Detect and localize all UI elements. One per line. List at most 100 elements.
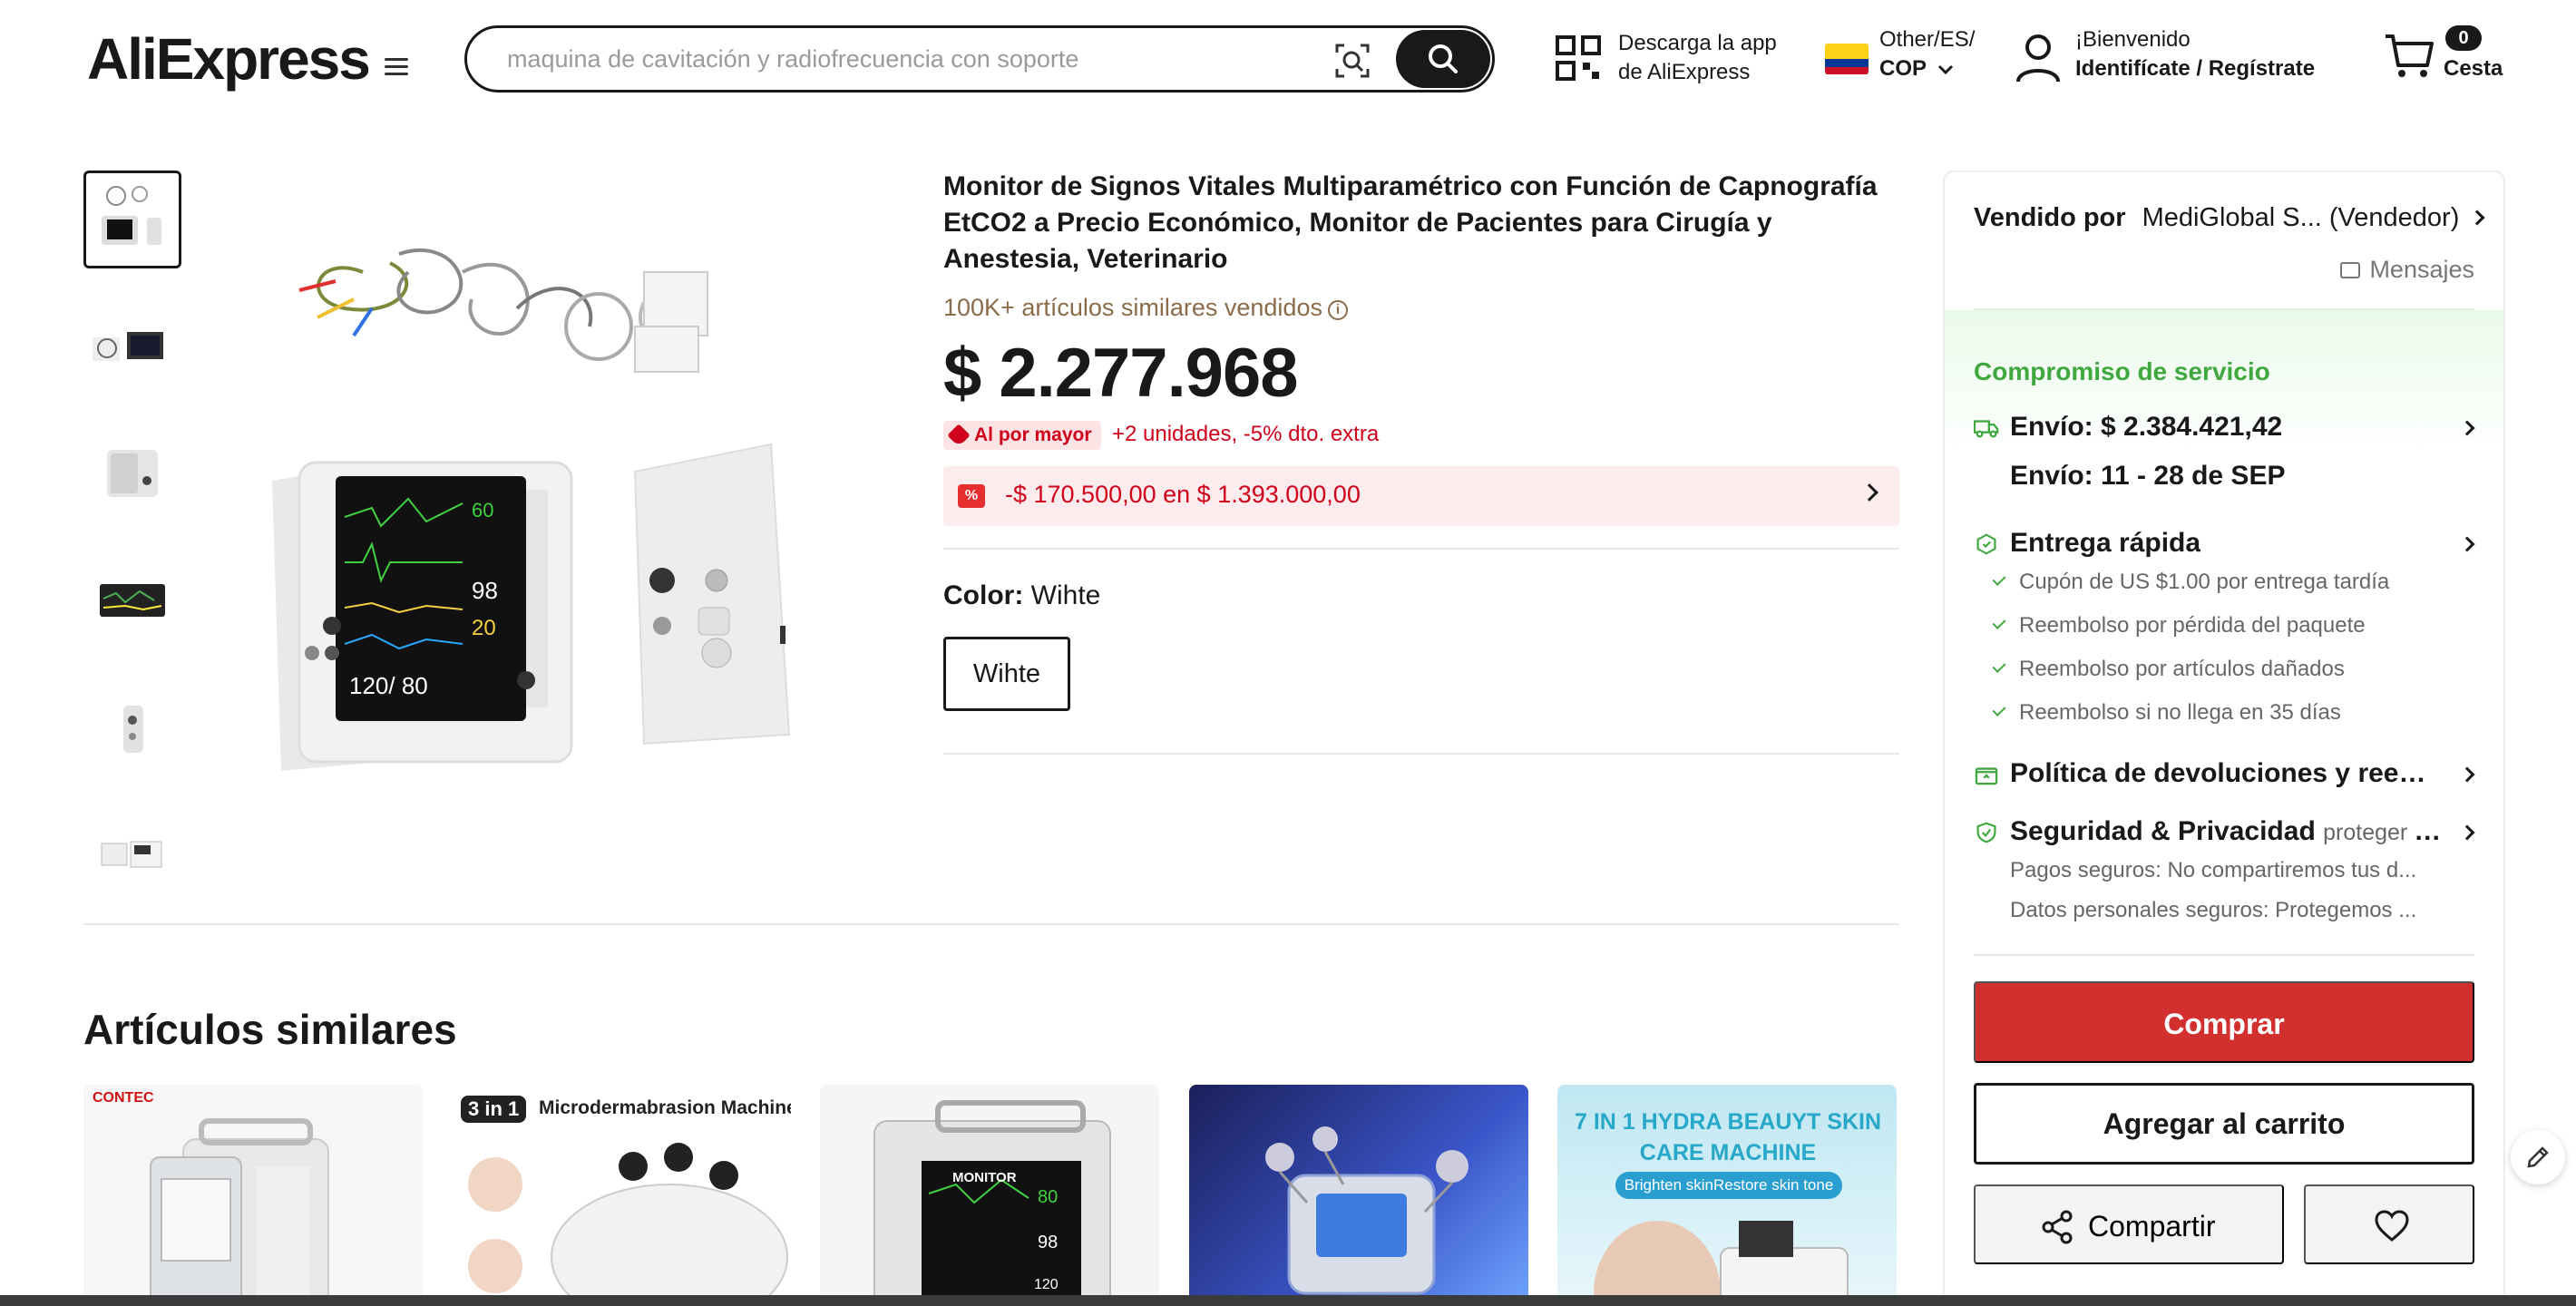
sold-count: 100K+ artículos similares vendidos i bbox=[943, 294, 1348, 322]
similar-item-caption: Brighten skinRestore skin tone bbox=[1615, 1172, 1842, 1199]
product-main-image[interactable]: 120/ 80 60 98 20 bbox=[245, 218, 798, 780]
svg-text:120: 120 bbox=[1034, 1277, 1059, 1292]
image-search-icon[interactable] bbox=[1334, 43, 1371, 79]
aliexpress-logo[interactable]: AliExpress bbox=[87, 25, 371, 93]
user-icon bbox=[2016, 34, 2060, 83]
sku-option-white[interactable]: Wihte bbox=[943, 637, 1070, 711]
heart-icon bbox=[2375, 1210, 2409, 1242]
security-label-row: Seguridad & Privacidad proteger dat... bbox=[2010, 816, 2445, 847]
color-value: Wihte bbox=[1030, 580, 1101, 610]
search-input[interactable] bbox=[507, 41, 1323, 77]
share-button[interactable]: Compartir bbox=[1974, 1184, 2284, 1264]
shipping-cost: Envío: $ 2.384.421,42 bbox=[2010, 412, 2283, 442]
message-icon bbox=[2340, 262, 2361, 278]
cart-label: Cesta bbox=[2444, 56, 2503, 81]
chevron-right-icon bbox=[1860, 483, 1878, 502]
buy-now-button[interactable]: Comprar bbox=[1974, 981, 2474, 1063]
chevron-right-icon bbox=[2469, 210, 2485, 226]
thumbnail-2[interactable] bbox=[83, 297, 181, 395]
similar-item-brand: CONTEC bbox=[93, 1090, 154, 1106]
chevron-down-icon bbox=[1938, 64, 1954, 75]
similar-item-card[interactable]: 7 IN 1 HYDRA BEAUYT SKIN CARE MACHINE Br… bbox=[1557, 1085, 1897, 1306]
svg-text:20: 20 bbox=[472, 616, 496, 640]
thumbnail-4[interactable] bbox=[83, 551, 181, 649]
pencil-icon bbox=[2527, 1146, 2549, 1168]
chevron-right-icon bbox=[2459, 766, 2475, 783]
seller-label: Vendido por bbox=[1974, 203, 2126, 232]
security-sublabel: proteger dat... bbox=[2323, 820, 2445, 845]
similar-item-badge: 3 in 1 bbox=[461, 1096, 527, 1123]
colombia-flag-icon bbox=[1825, 44, 1869, 74]
return-box-icon bbox=[1975, 767, 1998, 785]
svg-text:98: 98 bbox=[1038, 1233, 1058, 1252]
security-privacy-row[interactable]: Seguridad & Privacidad proteger dat... bbox=[1974, 816, 2478, 853]
top-header: AliExpress Descarga la app de AliExpress bbox=[0, 0, 2576, 118]
chevron-right-icon bbox=[2459, 420, 2475, 436]
truck-icon bbox=[1974, 420, 1999, 438]
wishlist-button[interactable] bbox=[2304, 1184, 2474, 1264]
messages-label: Mensajes bbox=[2369, 256, 2474, 283]
bulk-discount-text: +2 unidades, -5% dto. extra bbox=[1112, 422, 1380, 446]
svg-text:98: 98 bbox=[472, 577, 498, 604]
coupon-bar[interactable]: % -$ 170.500,00 en $ 1.393.000,00 bbox=[943, 466, 1899, 526]
info-icon[interactable]: i bbox=[1327, 300, 1348, 320]
tag-icon bbox=[947, 424, 971, 447]
thumbnail-3[interactable] bbox=[83, 424, 181, 522]
svg-text:120/ 80: 120/ 80 bbox=[349, 672, 428, 699]
add-to-cart-button[interactable]: Agregar al carrito bbox=[1974, 1083, 2474, 1165]
sign-in-register-link[interactable]: Identifícate / Regístrate bbox=[2075, 56, 2315, 82]
thumbnail-6[interactable] bbox=[83, 805, 181, 903]
similar-item-card[interactable]: 3 in 1 Microdermabrasion Machine bbox=[452, 1085, 791, 1306]
similar-item-card[interactable]: CONTEC bbox=[83, 1085, 423, 1306]
search-button[interactable] bbox=[1396, 30, 1490, 88]
fast-delivery-row[interactable]: Entrega rápida bbox=[1974, 528, 2478, 564]
shopping-cart-icon bbox=[2386, 34, 2434, 77]
similar-item-card[interactable] bbox=[1189, 1085, 1528, 1306]
color-label: Color: Wihte bbox=[943, 580, 1100, 611]
bulk-badge: Al por mayor bbox=[943, 421, 1101, 450]
messages-link[interactable]: Mensajes bbox=[2340, 256, 2474, 284]
divider bbox=[83, 923, 1899, 925]
similar-item-caption: Microdermabrasion Machine bbox=[539, 1097, 791, 1118]
shield-icon bbox=[1976, 822, 1996, 843]
similar-item-image bbox=[1265, 1126, 1469, 1295]
svg-text:80: 80 bbox=[1038, 1187, 1058, 1207]
color-label-key: Color: bbox=[943, 580, 1024, 610]
security-item: Datos personales seguros: Protegemos ... bbox=[2010, 898, 2417, 922]
divider bbox=[943, 753, 1899, 755]
thumbnail-5[interactable] bbox=[83, 678, 181, 776]
shipping-row[interactable]: Envío: $ 2.384.421,42 bbox=[1974, 412, 2478, 448]
seller-row[interactable]: Vendido por MediGlobal S... (Vendedor) bbox=[1974, 203, 2485, 233]
product-title: Monitor de Signos Vitales Multiparamétri… bbox=[943, 171, 1878, 274]
fast-delivery-label: Entrega rápida bbox=[2010, 528, 2201, 558]
app-download-line1: Descarga la app bbox=[1618, 31, 1777, 55]
seller-name: MediGlobal S... (Vendedor) bbox=[2142, 203, 2460, 232]
share-icon bbox=[2042, 1210, 2073, 1244]
coupon-icon: % bbox=[958, 484, 985, 508]
guarantee-item: Reembolso por artículos dañados bbox=[1995, 657, 2345, 682]
service-commitment-title: Compromiso de servicio bbox=[1974, 357, 2270, 385]
locale-currency-row: COP bbox=[1879, 56, 1954, 82]
welcome-text: ¡Bienvenido bbox=[2075, 27, 2191, 52]
return-policy-label: Política de devoluciones y reembo... bbox=[2010, 758, 2445, 788]
horizontal-scrollbar[interactable] bbox=[0, 1295, 2576, 1306]
thumbnail-1[interactable] bbox=[83, 171, 181, 268]
divider bbox=[1974, 954, 2474, 956]
guarantee-item: Reembolso si no llega en 35 días bbox=[1995, 700, 2341, 726]
chevron-right-icon bbox=[2459, 824, 2475, 841]
logo-text: AliExpress bbox=[87, 26, 371, 92]
divider bbox=[943, 548, 1899, 550]
similar-item-card[interactable]: 80 98 120 MONITOR bbox=[820, 1085, 1159, 1306]
similar-item-image: 80 98 120 bbox=[873, 1100, 1111, 1306]
feedback-edit-button[interactable] bbox=[2511, 1130, 2565, 1184]
coupon-text: -$ 170.500,00 en $ 1.393.000,00 bbox=[1005, 481, 1361, 508]
similar-items-title: Artículos similares bbox=[83, 1006, 457, 1053]
svg-text:60: 60 bbox=[472, 499, 493, 521]
shipping-dates: Envío: 11 - 28 de SEP bbox=[2010, 461, 2286, 491]
menu-icon[interactable] bbox=[385, 58, 408, 76]
search-icon bbox=[1429, 44, 1458, 73]
share-label: Compartir bbox=[2088, 1210, 2216, 1243]
return-policy-row[interactable]: Política de devoluciones y reembo... bbox=[1974, 758, 2478, 794]
chevron-right-icon bbox=[2459, 536, 2475, 552]
cart-link[interactable]: 0 Cesta bbox=[2384, 24, 2511, 87]
